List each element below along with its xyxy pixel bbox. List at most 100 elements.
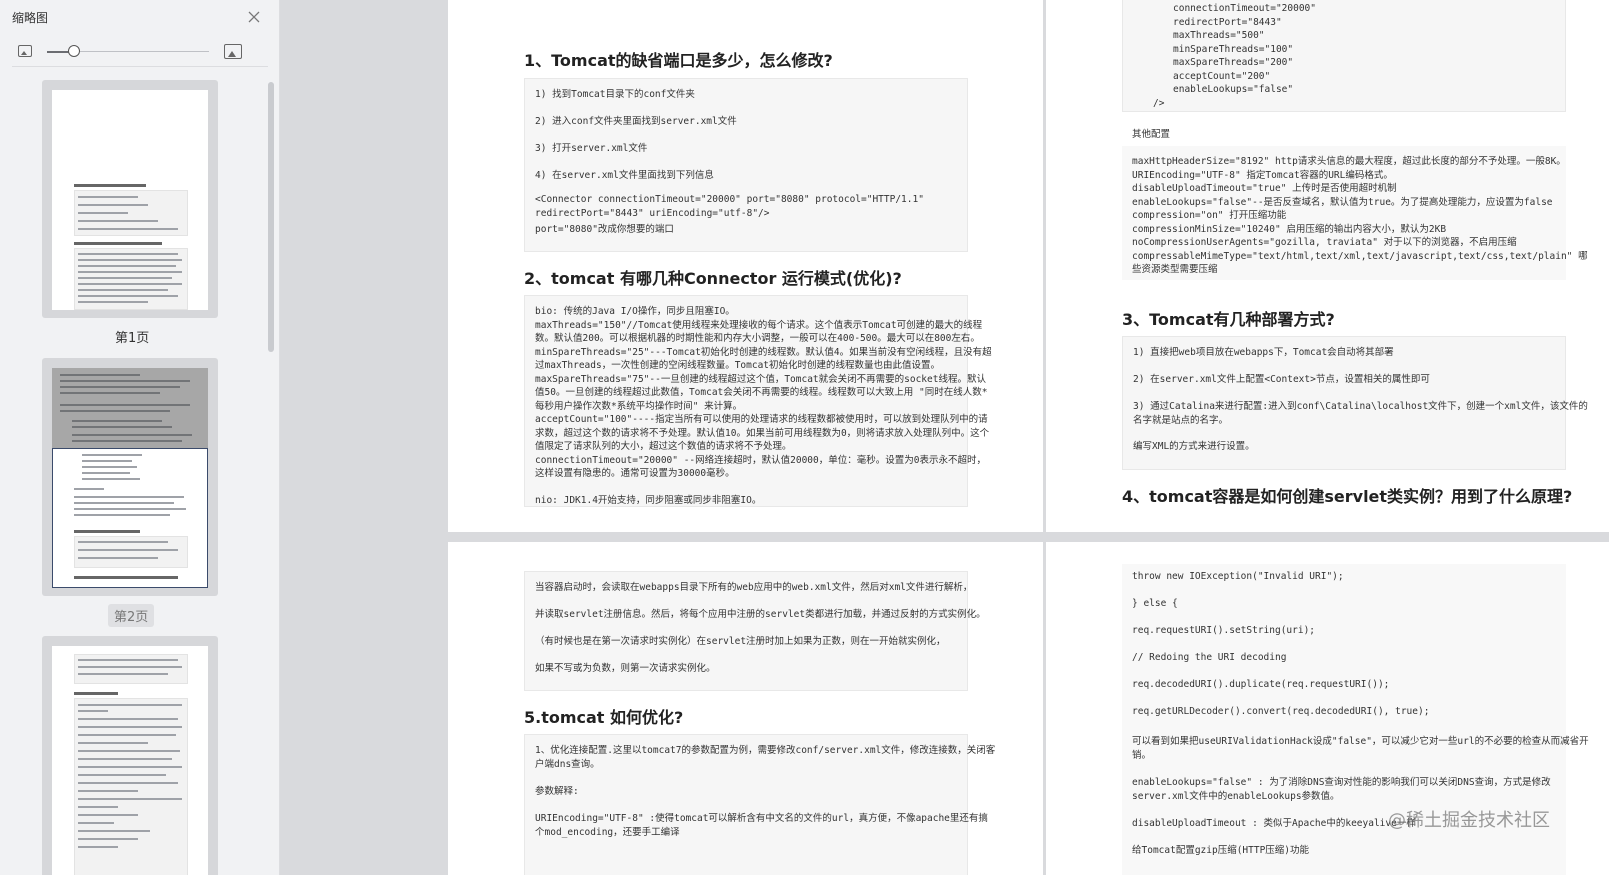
text-line: maxHttpHeaderSize="8192" http请求头信息的最大程度，… <box>1132 156 1566 167</box>
document-page-bottom-left: 当容器启动时，会读取在webapps目录下所有的web应用中的web.xml文件… <box>448 542 1043 875</box>
answer-box-q2: bio: 传统的Java I/O操作，同步且阻塞IO。 maxThreads="… <box>524 295 992 507</box>
text-line: compressableMimeType="text/html,text/xml… <box>1132 251 1588 262</box>
text-line: maxSpareThreads="75"--一旦创建的线程超过这个值，Tomca… <box>535 374 986 385</box>
thumbnail-page-image <box>52 368 208 588</box>
text-line: 个mod_encoding，还要手工编译 <box>535 827 680 838</box>
text-line: connectionTimeout="20000" --网络连接超时，默认值20… <box>535 455 986 466</box>
text-line: 参数解释: <box>535 786 579 797</box>
other-config-box: maxHttpHeaderSize="8192" http请求头信息的最大程度，… <box>1122 146 1588 280</box>
heading-q2: 2、tomcat 有哪几种Connector 运行模式(优化)? <box>524 269 902 288</box>
text-line: URIEncoding="UTF-8" :使得tomcat可以解析含有中文名的文… <box>535 813 988 824</box>
text-line: 3) 通过Catalina来进行配置:进入到conf\Catalina\loca… <box>1133 401 1588 412</box>
sidebar-divider <box>12 66 268 67</box>
thumbnail-page-2[interactable] <box>42 358 218 596</box>
code-line: connectionTimeout="20000" <box>1173 3 1316 14</box>
text-line: disableUploadTimeout : 类似于Apache中的keeyal… <box>1132 818 1416 829</box>
text-line: 1) 直接把web项目放在webapps下，Tomcat会自动将其部署 <box>1133 347 1394 358</box>
text-line: 值限定了请求队列的大小，超过这个数值的请求将不予处理。 <box>535 441 792 452</box>
large-image-icon[interactable] <box>224 44 242 59</box>
watermark: @稀土掘金技术社区 <box>1388 810 1550 831</box>
text-line: 4) 在server.xml文件里面找到下列信息 <box>535 170 714 181</box>
code-line: enableLookups="false" <box>1173 84 1294 95</box>
text-line: 2) 在server.xml文件上配置<Context>节点，设置相关的属性即可 <box>1133 374 1430 385</box>
text-line: <Connector connectionTimeout="20000" por… <box>535 194 924 205</box>
answer-box-q1: 1) 找到Tomcat目录下的conf文件夹 2) 进入conf文件夹里面找到s… <box>524 78 968 252</box>
sidebar-scrollbar[interactable] <box>268 82 274 352</box>
code-line: acceptCount="200" <box>1173 71 1271 82</box>
text-line: 给Tomcat配置gzip压缩(HTTP压缩)功能 <box>1132 845 1310 856</box>
text-line: port="8080"改成你想要的端口 <box>535 224 674 235</box>
thumbnail-page-image <box>52 646 208 875</box>
text-line: compressionMinSize="10240" 启用压缩的输出内容大小，默… <box>1132 224 1447 235</box>
text-line: 1、优化连接配置.这里以tomcat7的参数配置为例，需要修改conf/serv… <box>535 745 996 756</box>
text-line: minSpareThreads="25"---Tomcat初始化时创建的线程数。… <box>535 347 992 358</box>
text-line: 当容器启动时，会读取在webapps目录下所有的web应用中的web.xml文件… <box>535 582 973 593</box>
text-line: 数。默认值200。可以根据机器的时期性能和内存大小调整，一般可以在400-500… <box>535 333 980 344</box>
small-image-icon[interactable] <box>18 45 32 57</box>
text-line: 求数，超过这个数的请求将不予处理。默认值10。如果当前可用线程数为0，则将请求放… <box>535 428 990 439</box>
code-line: /> <box>1153 98 1165 109</box>
text-line: 2) 进入conf文件夹里面找到server.xml文件 <box>535 116 737 127</box>
text-line: 销。 <box>1132 750 1152 761</box>
code-line: throw new IOException("Invalid URI"); <box>1132 571 1344 582</box>
code-line: maxSpareThreads="200" <box>1173 57 1294 68</box>
text-line: compression="on" 打开压缩功能 <box>1132 210 1287 221</box>
heading-q4: 4、tomcat容器是如何创建servlet类实例？用到了什么原理? <box>1122 487 1573 506</box>
answer-box-q5: 1、优化连接配置.这里以tomcat7的参数配置为例，需要修改conf/serv… <box>524 734 995 875</box>
thumbnail-viewport-shade <box>52 368 208 448</box>
text-line: enableLookups="false"--是否反查域名，默认值为true。为… <box>1132 197 1553 208</box>
code-line: redirectPort="8443" <box>1173 17 1282 28</box>
thumbnail-page-image <box>52 90 208 310</box>
text-line: 名字就是站点的名字。 <box>1133 415 1229 426</box>
text-line: （有时候也是在第一次请求时实例化）在servlet注册时加上如果为正数，则在一开… <box>535 636 946 647</box>
document-page-top-right: connectionTimeout="20000" redirectPort="… <box>1046 0 1609 532</box>
text-line: 1) 找到Tomcat目录下的conf文件夹 <box>535 89 695 100</box>
answer-box-q3: 1) 直接把web项目放在webapps下，Tomcat会自动将其部署 2) 在… <box>1122 336 1588 470</box>
text-line: 3) 打开server.xml文件 <box>535 143 648 154</box>
heading-q1: 1、Tomcat的缺省端口是多少，怎么修改? <box>524 51 833 70</box>
thumbnail-label-2[interactable]: 第2页 <box>108 604 155 627</box>
other-config-label: 其他配置 <box>1132 129 1171 140</box>
thumbnail-viewport-frame[interactable] <box>52 448 208 588</box>
code-box-connector: connectionTimeout="20000" redirectPort="… <box>1122 0 1566 112</box>
document-page-top-left: 1、Tomcat的缺省端口是多少，怎么修改? 1) 找到Tomcat目录下的co… <box>448 0 1043 532</box>
text-line: 这样设置有隐患的。通常可设置为30000毫秒。 <box>535 468 735 479</box>
text-line: bio: 传统的Java I/O操作，同步且阻塞IO。 <box>535 306 735 317</box>
text-line: 些资源类型需要压缩 <box>1132 264 1218 275</box>
text-line: enableLookups="false" : 为了消除DNS查询对性能的影响我… <box>1132 777 1551 788</box>
text-line: server.xml文件中的enableLookups参数值。 <box>1132 791 1340 802</box>
code-line: minSpareThreads="100" <box>1173 44 1294 55</box>
text-line: 可以看到如果把useURIValidationHack设成"false"，可以减… <box>1132 736 1589 747</box>
thumbnail-label-1[interactable]: 第1页 <box>115 327 149 346</box>
text-line: 值50。一旦创建的线程超过此数值，Tomcat会关闭不再需要的线程。线程数可以大… <box>535 387 988 398</box>
heading-q5: 5.tomcat 如何优化? <box>524 708 684 727</box>
code-line: maxThreads="500" <box>1173 30 1265 41</box>
text-line: 如果不写或为负数，则第一次请求实例化。 <box>535 663 716 674</box>
code-line: req.requestURI().setString(uri); <box>1132 625 1316 636</box>
text-line: noCompressionUserAgents="gozilla, travia… <box>1132 237 1517 248</box>
text-line: 每秒用户操作次数*系统平均操作时间" 来计算。 <box>535 401 743 412</box>
thumbnail-page-1[interactable] <box>42 80 218 318</box>
text-line: nio: JDK1.4开始支持，同步阻塞或同步非阻塞IO。 <box>535 495 762 506</box>
sidebar-title: 缩略图 <box>12 11 49 25</box>
text-line: disableUploadTimeout="true" 上传时是否使用超时机制 <box>1132 183 1397 194</box>
text-line: 编写XML的方式来进行设置。 <box>1133 441 1255 452</box>
code-line: req.getURLDecoder().convert(req.decodedU… <box>1132 706 1430 717</box>
text-line: 过maxThreads，一次性创建的空闲线程数量。Tomcat初始化时创建的线程… <box>535 360 941 371</box>
close-icon[interactable] <box>246 9 262 25</box>
slider-thumb[interactable] <box>68 45 80 57</box>
text-line: 户端dns查询。 <box>535 759 600 770</box>
text-line: URIEncoding="UTF-8" 指定Tomcat容器的URL编码格式。 <box>1132 170 1393 181</box>
answer-box-q4: 当容器启动时，会读取在webapps目录下所有的web应用中的web.xml文件… <box>524 571 986 691</box>
text-line: maxThreads="150"//Tomcat使用线程来处理接收的每个请求。这… <box>535 320 983 331</box>
code-line: req.decodedURI().duplicate(req.requestUR… <box>1132 679 1390 690</box>
code-line: } else { <box>1132 598 1178 609</box>
thumbnail-page-3[interactable] <box>42 636 218 875</box>
text-line: 并读取servlet注册信息。然后，将每个应用中注册的servlet类都进行加载… <box>535 609 986 620</box>
text-line: acceptCount="100"----指定当所有可以使用的处理请求的线程数都… <box>535 414 988 425</box>
text-line: redirectPort="8443" uriEncoding="utf-8"/… <box>535 208 770 219</box>
heading-q3: 3、Tomcat有几种部署方式? <box>1122 310 1335 329</box>
sidebar-header: 缩略图 <box>0 0 280 34</box>
code-line: // Redoing the URI decoding <box>1132 652 1287 663</box>
thumbnail-sidebar: 缩略图 第1页 第2页 <box>0 0 280 875</box>
